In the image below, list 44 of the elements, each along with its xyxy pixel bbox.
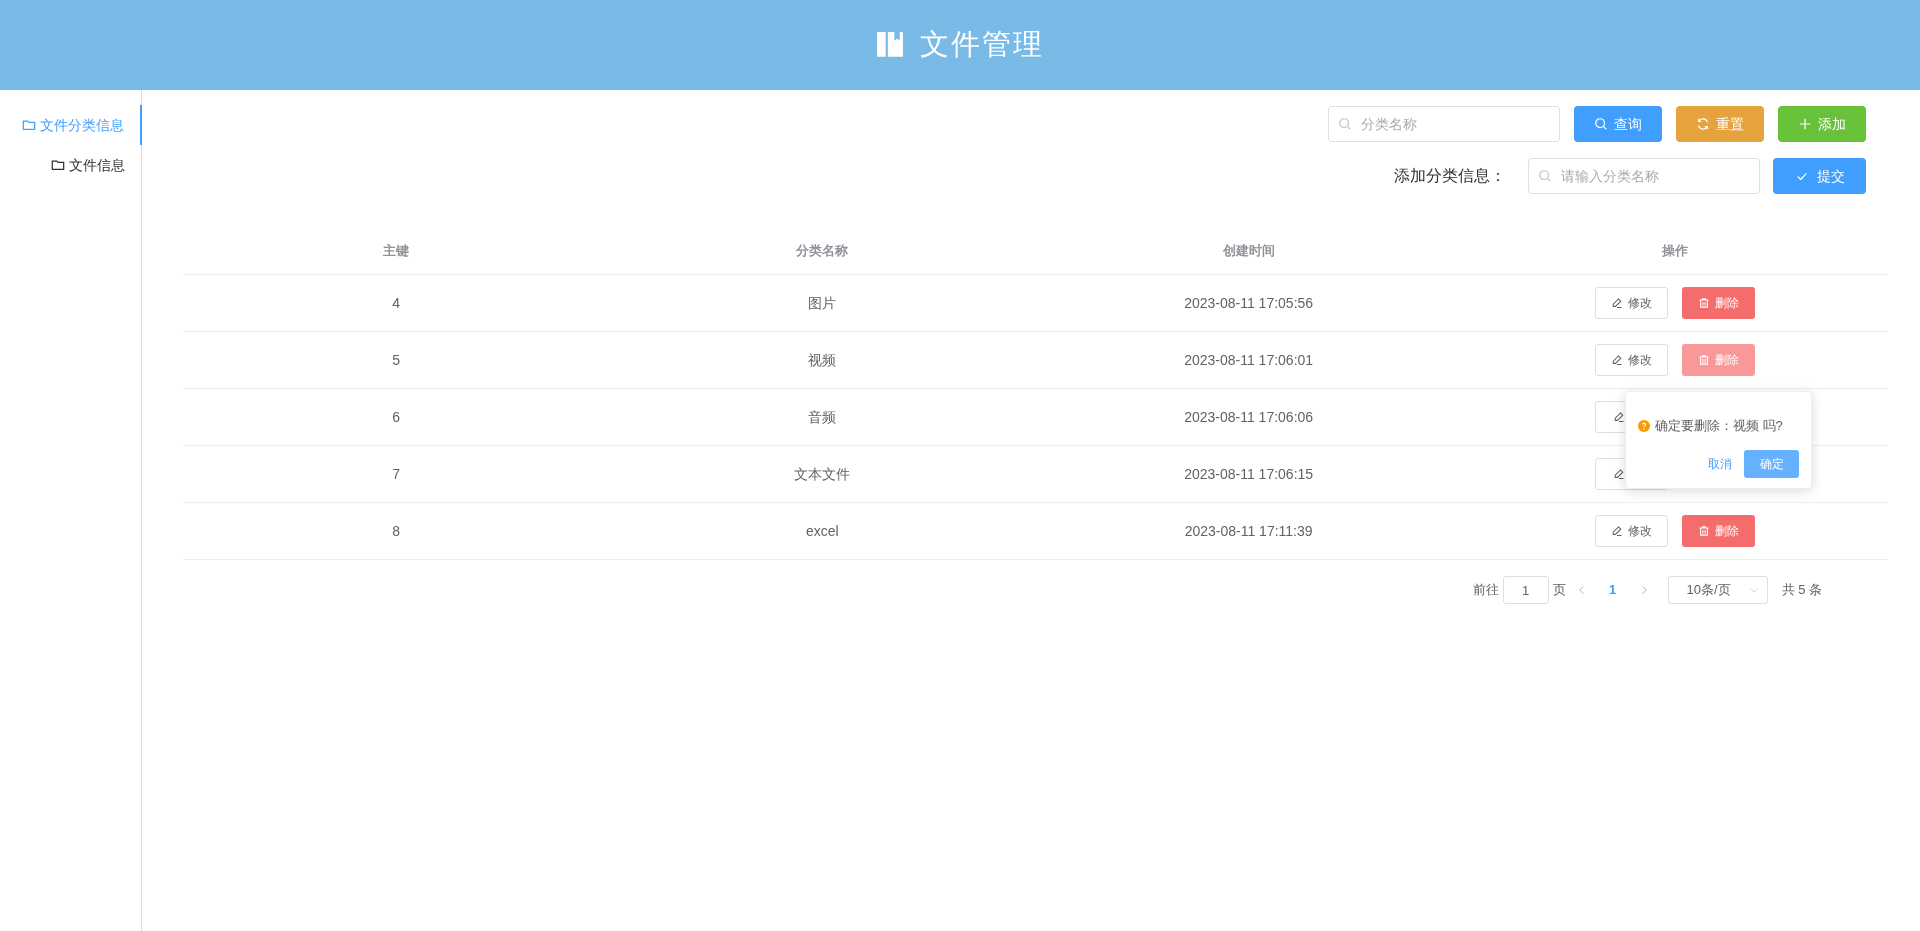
table-cell-text: excel xyxy=(806,521,839,541)
table-cell-text: 文本文件 xyxy=(794,464,851,484)
edit-button[interactable]: 修改 xyxy=(1594,344,1668,376)
page-number[interactable]: 1 xyxy=(1597,580,1628,600)
table-cell-text: 7 xyxy=(392,464,400,484)
table-cell-text: 5 xyxy=(392,350,400,370)
delete-button[interactable]: 删除 xyxy=(1681,515,1755,547)
search-field[interactable]: 分类名称 xyxy=(1328,106,1560,142)
goto-label: 前往 xyxy=(1472,581,1499,600)
search-button[interactable]: 查询 xyxy=(1574,106,1662,142)
category-name-field[interactable]: 请输入分类名称 xyxy=(1528,158,1760,194)
sidebar-item[interactable]: 文件分类信息 xyxy=(0,105,142,145)
edit-button[interactable]: 修改 xyxy=(1594,287,1668,319)
cancel-link[interactable]: 取消 xyxy=(1706,454,1734,473)
table-cell-text: 音频 xyxy=(808,407,837,427)
form-label: 添加分类信息： xyxy=(1394,166,1506,186)
delete-button[interactable]: 删除 xyxy=(1681,287,1755,319)
table-cell-text: 2023-08-11 17:06:15 xyxy=(1184,464,1314,484)
reset-button[interactable]: 重置 xyxy=(1676,106,1764,142)
total-count: 共 5 条 xyxy=(1781,581,1822,600)
table-cell-text: 2023-08-11 17:11:39 xyxy=(1184,521,1313,541)
table-cell-text: 4 xyxy=(392,293,400,313)
add-button[interactable]: 添加 xyxy=(1778,106,1866,142)
confirm-message: 确定要删除：视频 吗? xyxy=(1655,417,1783,435)
confirm-button[interactable]: 确定 xyxy=(1744,449,1799,478)
column-header: 创建时间 xyxy=(1222,242,1275,261)
column-header: 操作 xyxy=(1661,242,1688,261)
table-cell-text: 图片 xyxy=(808,293,837,313)
table-cell-text: 视频 xyxy=(808,350,837,370)
column-header: 分类名称 xyxy=(796,242,849,261)
column-header: 主键 xyxy=(383,242,410,261)
table-cell-text: 2023-08-11 17:06:01 xyxy=(1184,350,1314,370)
table-cell-text: 8 xyxy=(392,521,400,541)
page-input[interactable]: 1 xyxy=(1502,576,1549,604)
table-cell-text: 2023-08-11 17:05:56 xyxy=(1184,293,1314,313)
sidebar-item[interactable]: 文件信息 xyxy=(0,145,141,185)
table-cell-text: 2023-08-11 17:06:06 xyxy=(1184,407,1314,427)
submit-button[interactable]: 提交 xyxy=(1773,158,1866,194)
edit-button[interactable]: 修改 xyxy=(1594,515,1668,547)
app-title: 文件管理 xyxy=(920,27,1044,63)
page-label: 页 xyxy=(1552,581,1566,600)
delete-button[interactable]: 删除 xyxy=(1681,344,1755,376)
page-size-select[interactable]: 10条/页 xyxy=(1667,576,1768,604)
table-cell-text: 6 xyxy=(392,407,400,427)
